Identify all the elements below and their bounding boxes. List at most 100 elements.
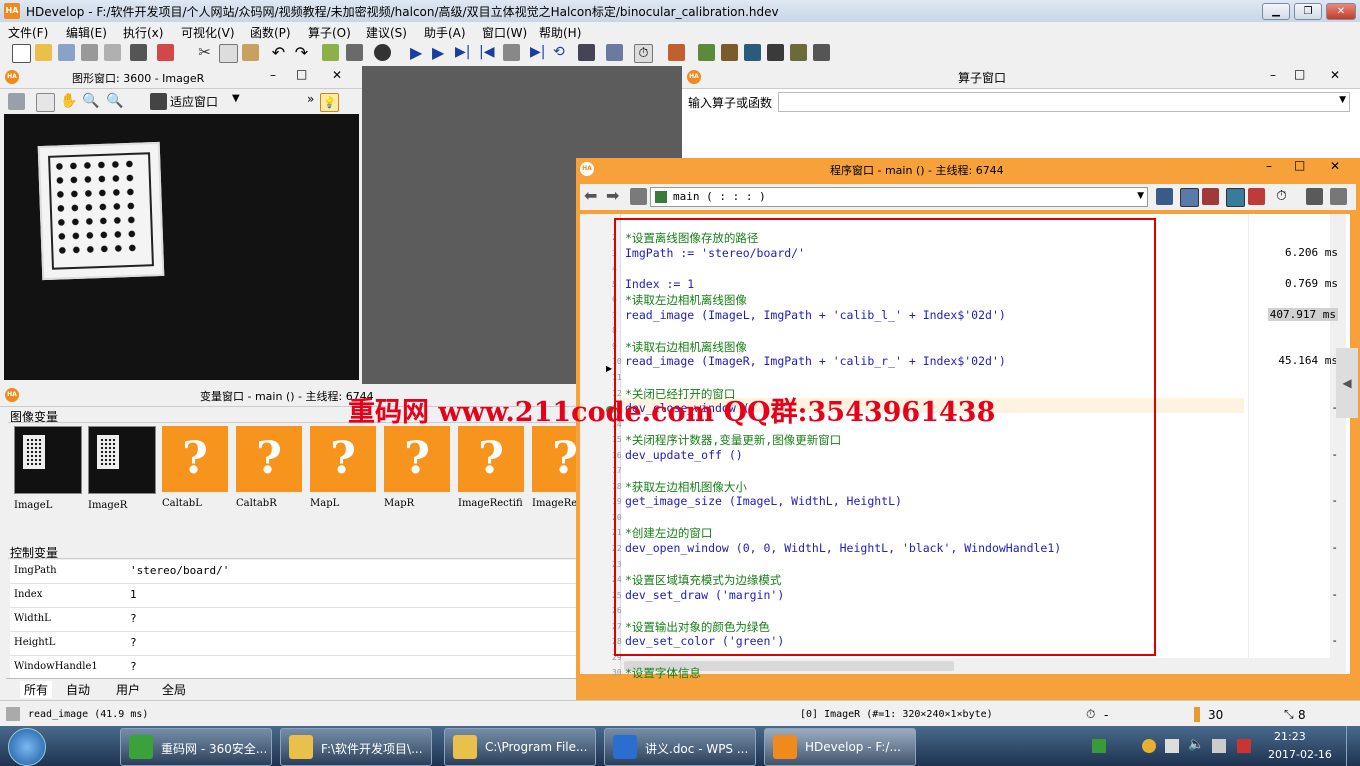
tray-icon[interactable] (1092, 739, 1106, 753)
more-icon[interactable] (1330, 188, 1347, 205)
menu-operators[interactable]: 算子(O) (308, 24, 351, 41)
tray-icon[interactable] (1237, 739, 1251, 753)
close-icon[interactable]: ✕ (332, 68, 342, 82)
taskbar-item[interactable]: 重码网 - 360安全... (120, 728, 272, 766)
delete-procedure-icon[interactable] (1202, 188, 1219, 205)
control-variable-row[interactable]: ImgPath 'stereo/board/' (10, 560, 576, 584)
tab-global[interactable]: 全局 (162, 681, 186, 698)
menu-help[interactable]: 帮助(H) (539, 24, 581, 41)
menu-visualization[interactable]: 可视化(V) (181, 24, 235, 41)
step-over-icon[interactable]: ▶ (432, 44, 449, 61)
pan-hand-icon[interactable]: ✋ (60, 93, 77, 110)
image-variable-imagel[interactable]: ImageL (14, 426, 82, 511)
inspect-icon[interactable] (790, 44, 807, 61)
image-variable-mapr[interactable]: ? MapR (384, 426, 452, 510)
minimize-icon[interactable]: – (1266, 159, 1272, 173)
menu-assistants[interactable]: 助手(A) (424, 24, 466, 41)
maximize-button[interactable]: ❐ (1294, 3, 1322, 20)
gray-histogram-icon[interactable] (813, 44, 830, 61)
save-icon[interactable] (58, 44, 75, 61)
menu-functions[interactable]: 函数(P) (250, 24, 291, 41)
zoom-window-icon[interactable] (698, 44, 715, 61)
cut-icon[interactable]: ✂ (196, 44, 213, 61)
timer-icon[interactable]: ⏱ (634, 44, 653, 63)
pointer-icon[interactable] (36, 93, 55, 112)
edit-procedure-icon[interactable] (1180, 188, 1199, 207)
operator-input-field[interactable]: ▼ (778, 92, 1350, 112)
tray-icon[interactable] (1165, 739, 1179, 753)
feature-histogram-icon[interactable] (767, 44, 784, 61)
image-variable-caltabr[interactable]: ? CaltabR (236, 426, 304, 510)
line-profile-icon[interactable] (721, 44, 738, 61)
minimize-button[interactable]: ▁ (1262, 3, 1290, 20)
timer-icon[interactable]: ⏱ (1276, 188, 1293, 205)
control-variable-row[interactable]: WidthL? (10, 608, 576, 632)
start-button[interactable] (8, 728, 46, 766)
zoom-mode-select[interactable]: 适应窗口 (170, 93, 218, 110)
run-to-icon[interactable]: ▶| (530, 44, 547, 61)
zoom-icon[interactable]: 🔍 (82, 93, 99, 110)
image-variable-caltabl[interactable]: ? CaltabL (162, 426, 230, 510)
taskbar-item[interactable]: C:\Program File... (444, 728, 596, 766)
maximize-icon[interactable]: □ (1294, 158, 1305, 172)
tray-icon[interactable] (1142, 739, 1156, 753)
procedure-select[interactable]: main ( : : : ) ▼ (650, 187, 1148, 207)
forward-arrow-icon[interactable]: ➡ (606, 186, 619, 205)
program-icon[interactable] (157, 44, 174, 61)
undo-icon[interactable]: ↶ (270, 44, 287, 61)
edit-icon[interactable] (322, 44, 339, 61)
calendar-icon[interactable] (1156, 188, 1173, 205)
taskbar-item[interactable]: HDevelop - F:/... (764, 728, 916, 766)
chevron-down-icon[interactable]: ▼ (232, 93, 240, 104)
binoculars-icon[interactable] (374, 44, 391, 61)
control-variable-row[interactable]: HeightL? (10, 632, 576, 656)
histogram-icon[interactable] (744, 44, 761, 61)
show-desktop-button[interactable] (1346, 726, 1360, 766)
run-icon[interactable]: ▶ (410, 44, 427, 61)
properties-icon[interactable] (130, 44, 147, 61)
zoom-in-icon[interactable]: 🔍 (106, 93, 123, 110)
tab-auto[interactable]: 自动 (66, 681, 90, 698)
print-icon[interactable] (104, 44, 121, 61)
menu-file[interactable]: 文件(F) (8, 24, 48, 41)
panel-toggle-icon[interactable]: ◀ (1336, 348, 1358, 418)
breakpoint-icon[interactable] (1248, 188, 1265, 205)
open-file-icon[interactable] (35, 44, 52, 61)
taskbar-item[interactable]: F:\软件开发项目\... (280, 728, 432, 766)
insert-icon[interactable] (346, 44, 363, 61)
redo-icon[interactable]: ↷ (293, 44, 310, 61)
network-icon[interactable] (1212, 739, 1226, 753)
insert-icon[interactable] (630, 188, 647, 205)
menu-window[interactable]: 窗口(W) (482, 24, 527, 41)
image-display[interactable] (4, 114, 359, 380)
menu-execute[interactable]: 执行(x) (123, 24, 163, 41)
draw-icon[interactable] (8, 93, 25, 110)
taskbar-item[interactable]: 讲义.doc - WPS ... (604, 728, 756, 766)
save-as-icon[interactable] (81, 44, 98, 61)
maximize-icon[interactable]: □ (1294, 67, 1305, 81)
chevron-down-icon[interactable]: ▼ (1137, 191, 1144, 201)
maximize-icon[interactable]: □ (296, 67, 307, 81)
tab-user[interactable]: 用户 (116, 681, 140, 698)
menu-suggestions[interactable]: 建议(S) (366, 24, 407, 41)
copy-icon[interactable] (219, 44, 238, 63)
help-icon[interactable] (668, 44, 685, 61)
menu-edit[interactable]: 编辑(E) (66, 24, 107, 41)
overflow-icon[interactable]: » (307, 92, 314, 106)
procedure-settings-icon[interactable] (1226, 188, 1245, 207)
tab-all[interactable]: 所有 (20, 681, 53, 698)
clear-icon[interactable] (578, 44, 595, 61)
minimize-icon[interactable]: – (1270, 68, 1276, 82)
stop-icon[interactable] (503, 44, 520, 61)
paste-icon[interactable] (242, 44, 259, 61)
chevron-down-icon[interactable]: ▼ (1339, 95, 1346, 105)
image-variable-mapl[interactable]: ? MapL (310, 426, 378, 510)
close-icon[interactable]: ✕ (1330, 159, 1340, 173)
new-file-icon[interactable] (12, 44, 31, 63)
volume-icon[interactable]: 🔈 (1188, 737, 1204, 752)
fit-window-icon[interactable] (150, 93, 167, 110)
code-comment[interactable]: *设置字体信息 (625, 665, 701, 681)
lightbulb-icon[interactable]: 💡 (320, 93, 339, 112)
control-variable-row[interactable]: Index 1 (10, 584, 576, 608)
step-out-icon[interactable]: |◀ (479, 44, 496, 61)
